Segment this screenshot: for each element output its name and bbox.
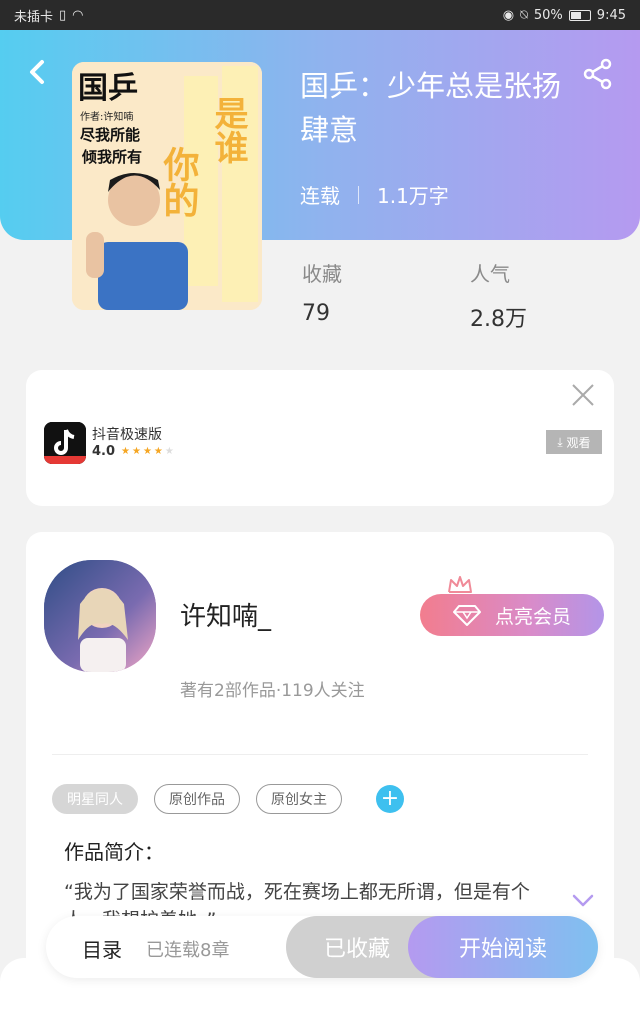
eye-icon: ◉ [502, 7, 515, 23]
meta-divider [358, 185, 359, 204]
divider [52, 754, 588, 755]
serial-status: 连载 [300, 184, 340, 208]
download-icon: ⤓ [557, 434, 567, 449]
intro-label: 作品简介： [64, 840, 164, 864]
stat-value: 79 [302, 301, 330, 326]
cover-title: 国乒 [78, 71, 138, 106]
author-avatar[interactable] [44, 560, 156, 672]
tag-list: 明星同人 原创作品 原创女主 + [52, 784, 404, 814]
stat-label: 收藏 [302, 262, 342, 286]
share-icon [583, 58, 612, 90]
chevron-left-icon [30, 60, 44, 84]
book-meta: 连载 1.1万字 [300, 180, 449, 209]
cover-art: 国乒 作者:许知喃 尽我所能 倾我所有 你的 是谁 [72, 62, 262, 310]
chapter-count: 已连载8章 [146, 940, 230, 961]
ad-app-name: 抖音极速版 [92, 427, 162, 443]
stat-collect: 收藏 79 [302, 258, 342, 326]
cover-line1: 尽我所能 [80, 126, 140, 144]
rating-value: 4.0 [92, 444, 116, 459]
tag-item[interactable]: 明星同人 [52, 784, 138, 814]
add-tag-button[interactable]: + [376, 785, 404, 813]
wifi-icon: ◠ [72, 7, 84, 23]
bottom-action-bar: 目录 已连载8章 已收藏 开始阅读 [46, 916, 598, 978]
battery-icon [568, 9, 591, 21]
carrier-text: 未插卡 [14, 9, 54, 25]
star-rating-icon: ★★★★★ [121, 446, 176, 457]
stat-label: 人气 [470, 262, 510, 286]
book-cover[interactable]: 国乒 作者:许知喃 尽我所能 倾我所有 你的 是谁 [72, 62, 262, 310]
stat-popularity: 人气 2.8万 [470, 258, 527, 333]
author-name[interactable]: 许知喃_ [180, 596, 271, 633]
toc-button[interactable]: 目录 [82, 934, 122, 963]
tag-item[interactable]: 原创作品 [154, 784, 240, 814]
share-button[interactable] [582, 58, 614, 90]
chevron-down-icon[interactable] [572, 894, 594, 908]
start-reading-button[interactable]: 开始阅读 [408, 916, 598, 978]
ad-card[interactable]: 抖音极速版 4.0 ★★★★★ ⤓ 观看 [26, 370, 614, 506]
sim-icon: ▯ [59, 7, 67, 23]
tag-item[interactable]: 原创女主 [256, 784, 342, 814]
crown-icon [448, 576, 472, 593]
clock: 9:45 [596, 7, 626, 23]
back-button[interactable] [22, 54, 52, 90]
ad-rating: 4.0 ★★★★★ [92, 444, 176, 459]
diamond-icon [452, 605, 481, 626]
cover-line2: 倾我所有 [81, 148, 142, 166]
word-count: 1.1万字 [377, 184, 449, 208]
battery-text: 50% [533, 7, 563, 23]
app-icon[interactable] [44, 422, 86, 464]
book-title: 国乒：少年总是张扬肆意 [300, 69, 562, 147]
status-bar: 未插卡 ▯ ◠ ◉ ⍉ 50% 9:45 [0, 0, 640, 30]
author-stats: 著有2部作品·119人关注 [180, 681, 365, 701]
stat-value: 2.8万 [470, 307, 527, 332]
ad-watch-button[interactable]: ⤓ 观看 [546, 430, 602, 454]
close-icon[interactable] [570, 382, 596, 408]
cover-author: 作者:许知喃 [80, 110, 133, 123]
svg-text:是谁: 是谁 [208, 96, 248, 164]
mute-icon: ⍉ [520, 7, 528, 23]
svg-text:你的: 你的 [158, 146, 201, 218]
vip-button[interactable]: 点亮会员 [420, 594, 604, 636]
